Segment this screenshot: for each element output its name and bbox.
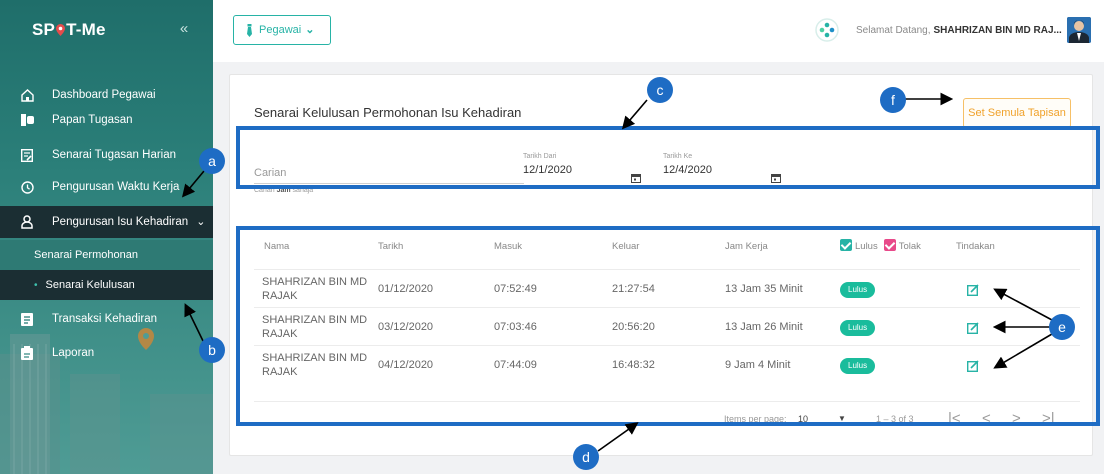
reset-filter-button[interactable]: Set Semula Tapisan	[963, 98, 1071, 128]
sidebar-item-label: Senarai Tugasan Harian	[52, 149, 177, 161]
document-icon	[20, 312, 34, 326]
sidebar-item-label: Dashboard Pegawai	[52, 89, 156, 101]
welcome-text: Selamat Datang, SHAHRIZAN BIN MD RAJ...	[856, 25, 1062, 36]
sidebar-item-papan-tugasan[interactable]: Papan Tugasan	[0, 105, 213, 135]
top-bar: Pegawai ⌄ Selamat Datang, SHAHRIZAN BIN M…	[213, 0, 1104, 63]
active-bullet-icon: •	[34, 279, 38, 291]
edit-list-icon	[20, 148, 34, 162]
callout-b: b	[199, 337, 225, 363]
greeting-label: Selamat Datang,	[856, 25, 931, 36]
sidebar-item-transaksi[interactable]: Transaksi Kehadiran	[0, 304, 213, 334]
avatar[interactable]	[1067, 17, 1091, 43]
sidebar-item-senarai-tugasan[interactable]: Senarai Tugasan Harian	[0, 140, 213, 170]
double-chevron-left-icon[interactable]: «	[176, 21, 192, 37]
sidebar-subitem-senarai-permohonan[interactable]: Senarai Permohonan	[0, 240, 213, 270]
sidebar-item-waktu-kerja[interactable]: Pengurusan Waktu Kerja	[0, 172, 213, 202]
sidebar-subitem-senarai-kelulusan[interactable]: • Senarai Kelulusan	[0, 270, 213, 300]
chevron-down-icon: ⌄	[305, 24, 315, 36]
location-pin-icon	[56, 24, 66, 36]
sidebar-item-label: Laporan	[52, 347, 95, 359]
app-logo[interactable]: SP T-Me	[32, 20, 106, 40]
callout-f: f	[880, 87, 906, 113]
app-emblem-icon	[815, 18, 839, 42]
sidebar-item-label: Papan Tugasan	[52, 114, 133, 126]
user-name: SHAHRIZAN BIN MD RAJ...	[933, 25, 1062, 36]
page-title: Senarai Kelulusan Permohonan Isu Kehadir…	[254, 105, 522, 120]
sidebar: SP T-Me « Dashboard Pegawai Papan Tugasan…	[0, 0, 213, 474]
highlight-box-table	[236, 226, 1100, 426]
clock-history-icon	[20, 180, 34, 194]
callout-c: c	[647, 77, 673, 103]
chevron-down-icon: ⌄	[196, 216, 206, 228]
role-label: Pegawai	[259, 24, 302, 36]
home-icon	[20, 88, 34, 102]
callout-e: e	[1049, 314, 1075, 340]
sidebar-subitem-label: Senarai Kelulusan	[45, 279, 135, 291]
board-icon	[20, 113, 34, 127]
tie-icon	[247, 23, 252, 37]
person-icon	[20, 215, 34, 229]
sidebar-item-label: Pengurusan Isu Kehadiran	[52, 216, 189, 228]
clipboard-icon	[20, 346, 34, 360]
highlight-box-filters	[236, 126, 1100, 189]
sidebar-subitem-label: Senarai Permohonan	[34, 249, 138, 261]
role-dropdown[interactable]: Pegawai ⌄	[233, 15, 331, 45]
callout-d: d	[573, 444, 599, 470]
sidebar-item-label: Transaksi Kehadiran	[52, 313, 158, 325]
callout-a: a	[199, 148, 225, 174]
sidebar-item-isu-kehadiran[interactable]: Pengurusan Isu Kehadiran ⌄	[0, 206, 213, 238]
sidebar-item-label: Pengurusan Waktu Kerja	[52, 181, 180, 193]
sidebar-item-laporan[interactable]: Laporan	[0, 338, 213, 368]
